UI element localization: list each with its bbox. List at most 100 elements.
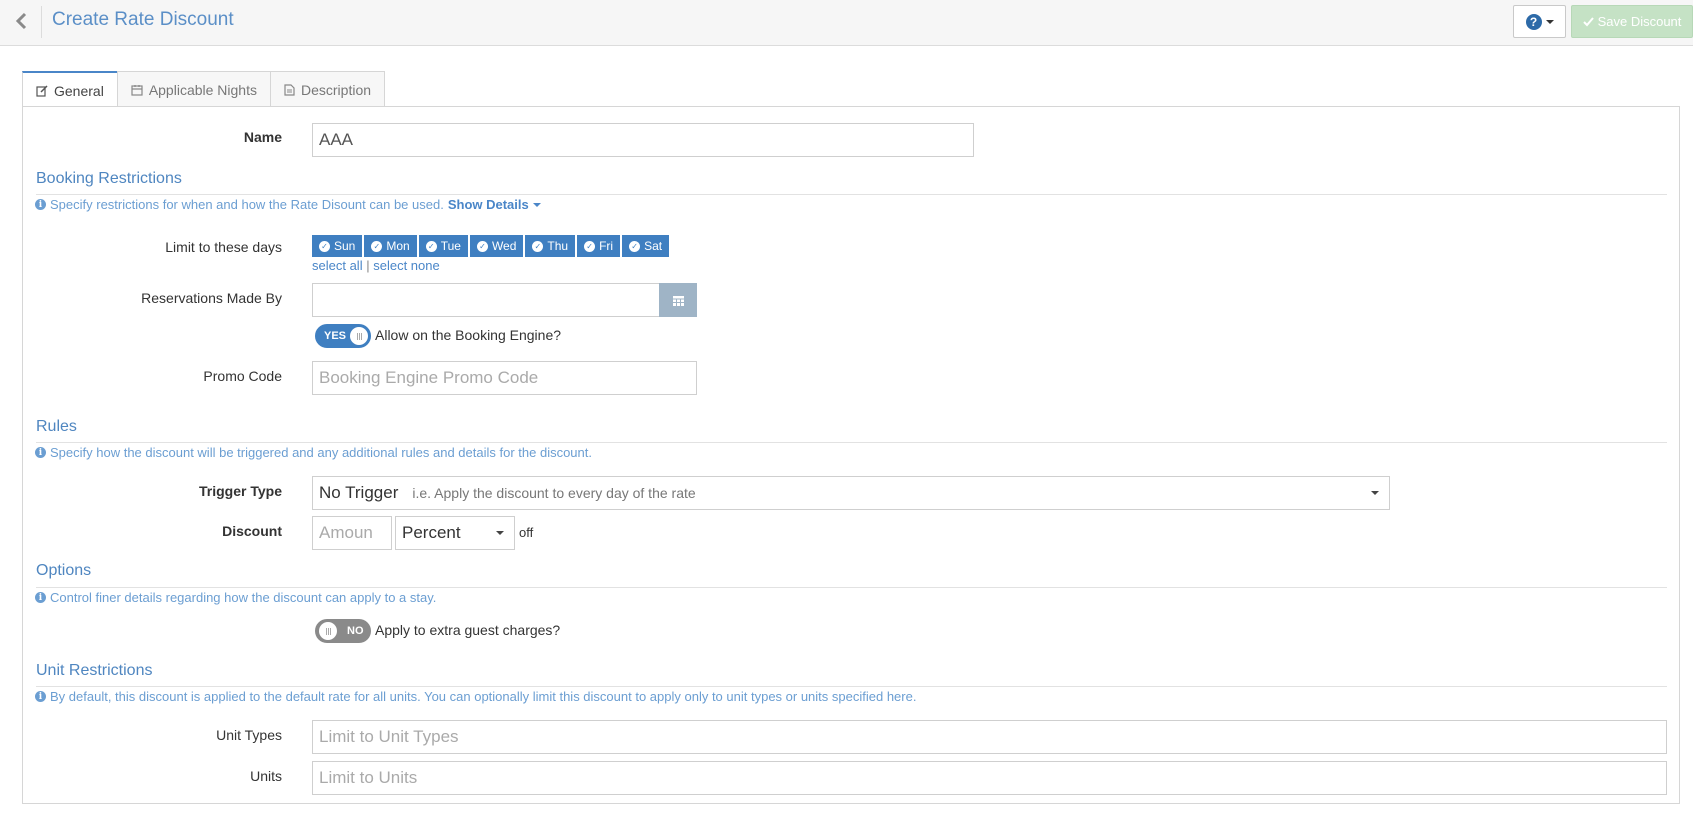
- select-none-link[interactable]: select none: [373, 258, 440, 273]
- promo-code-input[interactable]: [312, 361, 697, 395]
- tab-label: General: [54, 82, 104, 99]
- extra-guest-label: Apply to extra guest charges?: [375, 622, 561, 638]
- tab-label: Applicable Nights: [148, 81, 257, 98]
- name-input[interactable]: [312, 123, 974, 157]
- calendar-button[interactable]: [659, 283, 697, 317]
- page-title: Create Rate Discount: [52, 9, 234, 30]
- tab-bar: General Applicable Nights Description: [22, 71, 386, 108]
- options-note: i Control finer details regarding how th…: [35, 590, 436, 605]
- day-label: Thu: [547, 239, 569, 253]
- discount-type-value: Percent: [402, 523, 461, 542]
- unit-restrictions-note: i By default, this discount is applied t…: [35, 689, 916, 704]
- day-label: Wed: [491, 239, 517, 253]
- reservations-date-input[interactable]: [312, 283, 660, 317]
- units-label: Units: [250, 768, 282, 784]
- day-wed-button[interactable]: ✓ Wed: [469, 235, 524, 257]
- save-button[interactable]: Save Discount: [1571, 5, 1693, 38]
- trigger-type-label: Trigger Type: [199, 483, 282, 499]
- booking-engine-label: Allow on the Booking Engine?: [375, 327, 562, 343]
- info-icon: i: [35, 691, 46, 702]
- day-label: Mon: [386, 239, 410, 253]
- check-circle-icon: ✓: [584, 240, 596, 252]
- caret-down-icon: [1371, 491, 1379, 495]
- days-label: Limit to these days: [165, 239, 282, 255]
- booking-restrictions-note: i Specify restrictions for when and how …: [35, 197, 541, 212]
- check-icon: [1582, 16, 1594, 26]
- note-text: Control finer details regarding how the …: [50, 590, 437, 605]
- unit-types-label: Unit Types: [216, 727, 282, 743]
- toggle-on-label: YES: [324, 330, 347, 342]
- check-circle-icon: ✓: [425, 240, 437, 252]
- tab-label: Description: [300, 81, 372, 98]
- day-selector: ✓ Sun ✓ Mon ✓ Tue ✓ Wed ✓ Thu ✓ Fri ✓ Sat: [312, 235, 670, 257]
- question-icon: ?: [1525, 13, 1542, 30]
- check-circle-icon: ✓: [319, 240, 330, 252]
- caret-down-icon: [496, 531, 504, 535]
- unit-restrictions-title: Unit Restrictions: [36, 662, 153, 679]
- select-all-link[interactable]: select all: [312, 258, 363, 273]
- check-circle-icon: ✓: [476, 240, 488, 252]
- rules-note: i Specify how the discount will be trigg…: [35, 445, 592, 460]
- check-circle-icon: ✓: [629, 240, 641, 252]
- booking-engine-toggle[interactable]: YES: [315, 324, 371, 348]
- units-input[interactable]: [312, 761, 1667, 795]
- help-button[interactable]: ?: [1513, 5, 1566, 38]
- day-label: Fri: [599, 239, 614, 253]
- caret-down-icon: [532, 202, 541, 207]
- day-tue-button[interactable]: ✓ Tue: [418, 235, 468, 257]
- day-sat-button[interactable]: ✓ Sat: [622, 235, 670, 257]
- options-title: Options: [36, 562, 92, 579]
- day-thu-button[interactable]: ✓ Thu: [525, 235, 576, 257]
- toggle-knob: [350, 327, 368, 345]
- calendar-icon: [131, 84, 143, 96]
- day-fri-button[interactable]: ✓ Fri: [577, 235, 621, 257]
- promo-code-label: Promo Code: [203, 368, 282, 384]
- note-text: Specify restrictions for when and how th…: [50, 197, 444, 212]
- info-icon: i: [35, 447, 46, 458]
- show-details-label: Show Details: [447, 197, 529, 212]
- toggle-off-label: NO: [347, 625, 364, 637]
- off-label: off: [519, 525, 534, 540]
- discount-amount-input[interactable]: [312, 516, 392, 550]
- section-divider: [36, 194, 1667, 195]
- document-icon: [284, 83, 295, 96]
- section-divider: [36, 686, 1667, 687]
- divider: [41, 6, 42, 38]
- top-bar: Create Rate Discount ? Save Discount: [0, 0, 1693, 46]
- show-details-link[interactable]: Show Details: [448, 197, 541, 212]
- day-label: Tue: [440, 239, 461, 253]
- trigger-hint: i.e. Apply the discount to every day of …: [412, 485, 696, 501]
- chevron-left-icon: [15, 12, 27, 30]
- caret-down-icon: [1545, 19, 1554, 24]
- edit-icon: [36, 84, 48, 97]
- day-label: Sun: [334, 239, 356, 253]
- calendar-icon: [672, 295, 684, 306]
- toggle-knob: [319, 622, 337, 640]
- tab-applicable-nights[interactable]: Applicable Nights: [116, 71, 271, 107]
- tab-description[interactable]: Description: [269, 71, 386, 107]
- booking-restrictions-title: Booking Restrictions: [36, 170, 182, 187]
- note-text: By default, this discount is applied to …: [50, 689, 917, 704]
- day-sun-button[interactable]: ✓ Sun: [312, 235, 363, 257]
- info-icon: i: [35, 592, 46, 603]
- tab-general[interactable]: General: [22, 71, 118, 108]
- save-button-label: Save Discount: [1597, 14, 1682, 29]
- unit-types-input[interactable]: [312, 720, 1667, 754]
- extra-guest-toggle[interactable]: NO: [315, 619, 371, 643]
- rules-title: Rules: [36, 418, 77, 435]
- select-links: select all | select none: [312, 258, 440, 273]
- trigger-type-select[interactable]: No Trigger i.e. Apply the discount to ev…: [312, 476, 1390, 510]
- day-mon-button[interactable]: ✓ Mon: [364, 235, 417, 257]
- name-label: Name: [243, 129, 282, 145]
- back-button[interactable]: [6, 8, 36, 34]
- trigger-value: No Trigger: [319, 483, 399, 502]
- reservations-label: Reservations Made By: [141, 290, 282, 306]
- link-separator: |: [366, 258, 370, 273]
- check-circle-icon: ✓: [371, 240, 383, 252]
- check-circle-icon: ✓: [532, 240, 544, 252]
- discount-type-select[interactable]: Percent: [395, 516, 515, 550]
- info-icon: i: [35, 199, 46, 210]
- section-divider: [36, 587, 1667, 588]
- day-label: Sat: [644, 239, 663, 253]
- discount-label: Discount: [222, 523, 282, 539]
